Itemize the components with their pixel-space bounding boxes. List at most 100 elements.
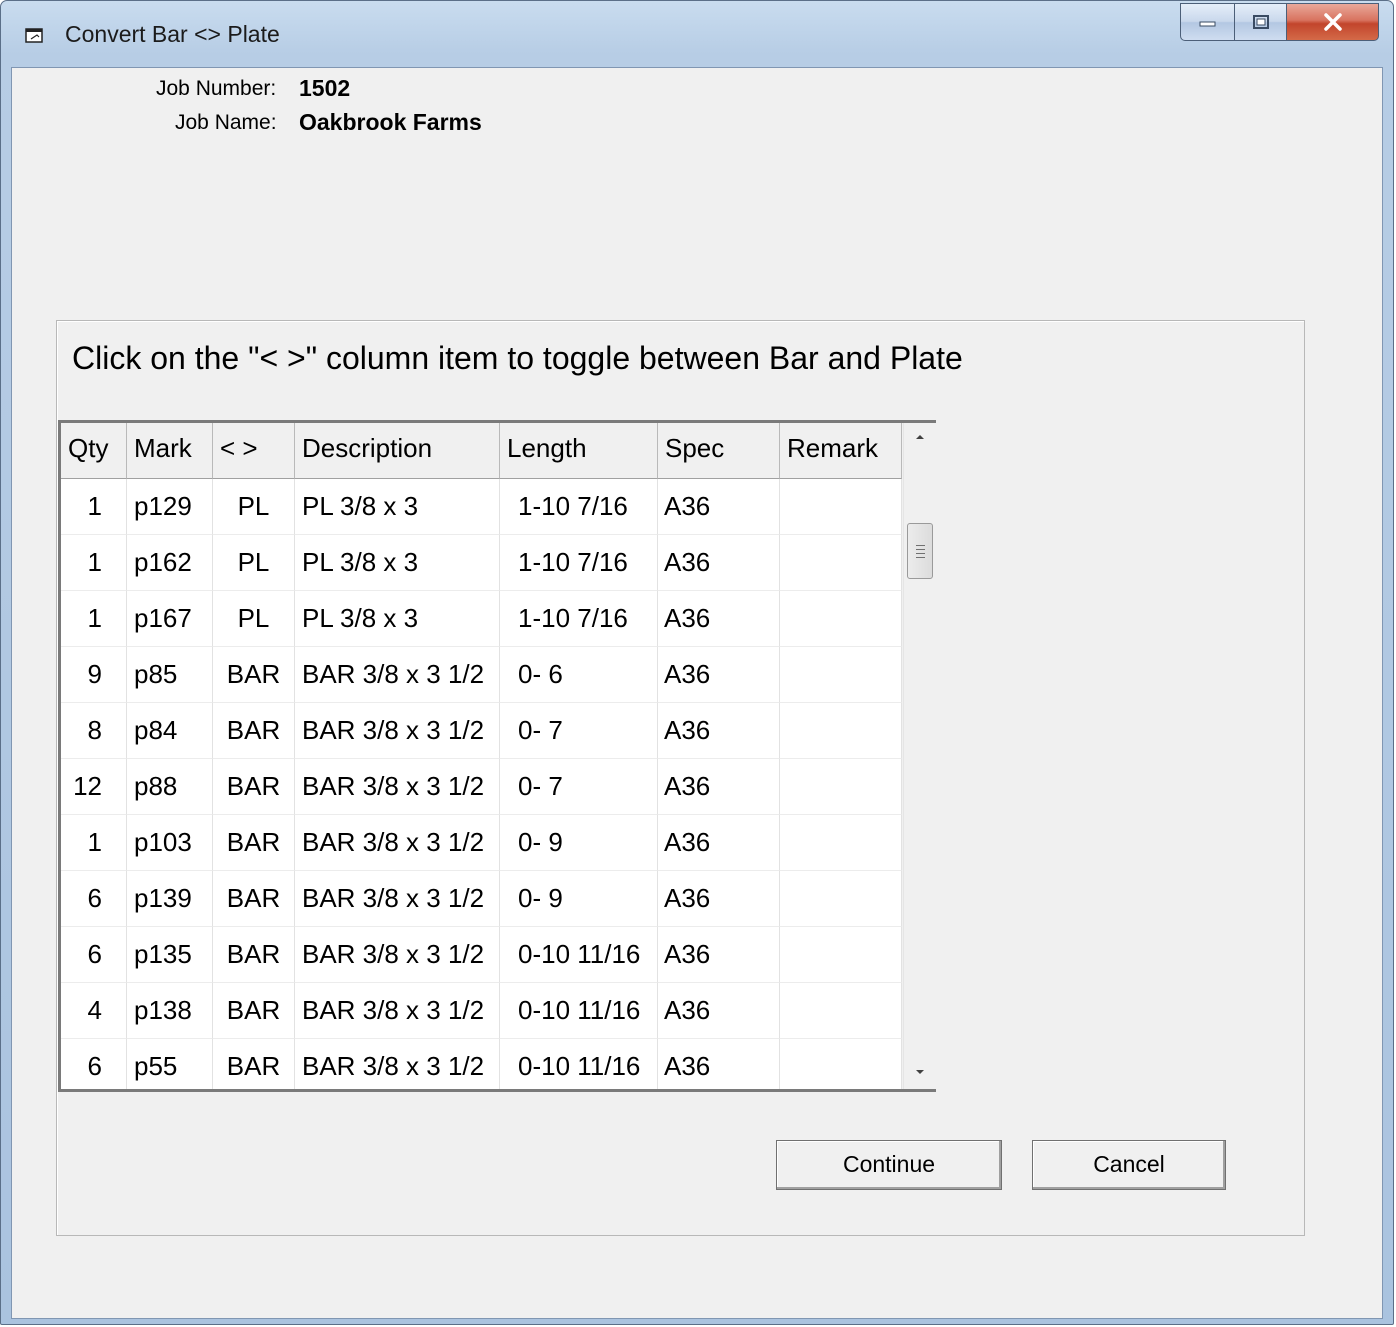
cell-description[interactable]: BAR 3/8 x 3 1/2 bbox=[295, 1039, 500, 1089]
cell-qty[interactable]: 12 bbox=[61, 759, 127, 815]
cell-qty[interactable]: 4 bbox=[61, 983, 127, 1039]
column-header-description[interactable]: Description bbox=[295, 423, 500, 479]
cell-toggle[interactable]: BAR bbox=[213, 1039, 295, 1089]
cell-remark[interactable] bbox=[780, 927, 902, 983]
cell-remark[interactable] bbox=[780, 647, 902, 703]
cell-toggle[interactable]: PL bbox=[213, 535, 295, 591]
cell-remark[interactable] bbox=[780, 759, 902, 815]
cell-remark[interactable] bbox=[780, 535, 902, 591]
table-row[interactable]: 12 p88 BAR BAR 3/8 x 3 1/2 0- 7 A36 bbox=[61, 759, 902, 815]
cell-length[interactable]: 0- 7 bbox=[500, 759, 658, 815]
cell-qty[interactable]: 8 bbox=[61, 703, 127, 759]
cell-description[interactable]: BAR 3/8 x 3 1/2 bbox=[295, 983, 500, 1039]
cell-mark[interactable]: p138 bbox=[127, 983, 213, 1039]
minimize-button[interactable] bbox=[1180, 3, 1235, 41]
cell-length[interactable]: 1-10 7/16 bbox=[500, 591, 658, 647]
cell-spec[interactable]: A36 bbox=[658, 927, 780, 983]
cell-qty[interactable]: 1 bbox=[61, 479, 127, 535]
cell-toggle[interactable]: PL bbox=[213, 479, 295, 535]
continue-button[interactable]: Continue bbox=[776, 1140, 1002, 1190]
cell-qty[interactable]: 9 bbox=[61, 647, 127, 703]
parts-grid[interactable]: Qty Mark < > Description Length Spec Rem… bbox=[58, 420, 936, 1092]
cell-mark[interactable]: p103 bbox=[127, 815, 213, 871]
cell-remark[interactable] bbox=[780, 479, 902, 535]
cell-mark[interactable]: p167 bbox=[127, 591, 213, 647]
cell-toggle[interactable]: BAR bbox=[213, 815, 295, 871]
cell-spec[interactable]: A36 bbox=[658, 871, 780, 927]
cell-toggle[interactable]: PL bbox=[213, 591, 295, 647]
maximize-button[interactable] bbox=[1235, 3, 1287, 41]
cell-toggle[interactable]: BAR bbox=[213, 983, 295, 1039]
cell-qty[interactable]: 6 bbox=[61, 927, 127, 983]
cell-remark[interactable] bbox=[780, 815, 902, 871]
cell-toggle[interactable]: BAR bbox=[213, 927, 295, 983]
cell-mark[interactable]: p55 bbox=[127, 1039, 213, 1089]
cell-remark[interactable] bbox=[780, 871, 902, 927]
cell-mark[interactable]: p162 bbox=[127, 535, 213, 591]
cell-remark[interactable] bbox=[780, 983, 902, 1039]
cell-description[interactable]: BAR 3/8 x 3 1/2 bbox=[295, 871, 500, 927]
cell-spec[interactable]: A36 bbox=[658, 815, 780, 871]
cell-toggle[interactable]: BAR bbox=[213, 703, 295, 759]
cell-spec[interactable]: A36 bbox=[658, 591, 780, 647]
cell-mark[interactable]: p139 bbox=[127, 871, 213, 927]
cell-qty[interactable]: 1 bbox=[61, 535, 127, 591]
cell-toggle[interactable]: BAR bbox=[213, 871, 295, 927]
cell-description[interactable]: BAR 3/8 x 3 1/2 bbox=[295, 815, 500, 871]
cell-spec[interactable]: A36 bbox=[658, 983, 780, 1039]
cell-description[interactable]: BAR 3/8 x 3 1/2 bbox=[295, 759, 500, 815]
cell-qty[interactable]: 1 bbox=[61, 815, 127, 871]
cell-spec[interactable]: A36 bbox=[658, 647, 780, 703]
cell-description[interactable]: BAR 3/8 x 3 1/2 bbox=[295, 703, 500, 759]
table-row[interactable]: 9 p85 BAR BAR 3/8 x 3 1/2 0- 6 A36 bbox=[61, 647, 902, 703]
cell-mark[interactable]: p135 bbox=[127, 927, 213, 983]
cell-spec[interactable]: A36 bbox=[658, 759, 780, 815]
table-row[interactable]: 6 p139 BAR BAR 3/8 x 3 1/2 0- 9 A36 bbox=[61, 871, 902, 927]
cell-mark[interactable]: p84 bbox=[127, 703, 213, 759]
cell-spec[interactable]: A36 bbox=[658, 535, 780, 591]
cell-qty[interactable]: 6 bbox=[61, 871, 127, 927]
cell-spec[interactable]: A36 bbox=[658, 703, 780, 759]
table-row[interactable]: 1 p103 BAR BAR 3/8 x 3 1/2 0- 9 A36 bbox=[61, 815, 902, 871]
cell-spec[interactable]: A36 bbox=[658, 1039, 780, 1089]
cell-length[interactable]: 0-10 11/16 bbox=[500, 983, 658, 1039]
cell-length[interactable]: 0-10 11/16 bbox=[500, 927, 658, 983]
cell-length[interactable]: 1-10 7/16 bbox=[500, 479, 658, 535]
title-bar[interactable]: Convert Bar <> Plate bbox=[1, 1, 1393, 67]
table-row[interactable]: 1 p167 PL PL 3/8 x 3 1-10 7/16 A36 bbox=[61, 591, 902, 647]
table-row[interactable]: 6 p55 BAR BAR 3/8 x 3 1/2 0-10 11/16 A36 bbox=[61, 1039, 902, 1089]
cell-remark[interactable] bbox=[780, 591, 902, 647]
scroll-up-icon[interactable] bbox=[914, 431, 926, 443]
table-row[interactable]: 1 p129 PL PL 3/8 x 3 1-10 7/16 A36 bbox=[61, 479, 902, 535]
table-row[interactable]: 6 p135 BAR BAR 3/8 x 3 1/2 0-10 11/16 A36 bbox=[61, 927, 902, 983]
cell-length[interactable]: 0-10 11/16 bbox=[500, 1039, 658, 1089]
close-button[interactable] bbox=[1287, 3, 1379, 41]
cell-length[interactable]: 0- 6 bbox=[500, 647, 658, 703]
cancel-button[interactable]: Cancel bbox=[1032, 1140, 1226, 1190]
column-header-mark[interactable]: Mark bbox=[127, 423, 213, 479]
column-header-length[interactable]: Length bbox=[500, 423, 658, 479]
cell-mark[interactable]: p129 bbox=[127, 479, 213, 535]
table-row[interactable]: 4 p138 BAR BAR 3/8 x 3 1/2 0-10 11/16 A36 bbox=[61, 983, 902, 1039]
cell-spec[interactable]: A36 bbox=[658, 479, 780, 535]
cell-remark[interactable] bbox=[780, 703, 902, 759]
cell-length[interactable]: 0- 9 bbox=[500, 815, 658, 871]
column-header-remark[interactable]: Remark bbox=[780, 423, 902, 479]
scroll-down-icon[interactable] bbox=[914, 1066, 926, 1078]
cell-toggle[interactable]: BAR bbox=[213, 647, 295, 703]
cell-qty[interactable]: 1 bbox=[61, 591, 127, 647]
table-row[interactable]: 8 p84 BAR BAR 3/8 x 3 1/2 0- 7 A36 bbox=[61, 703, 902, 759]
table-row[interactable]: 1 p162 PL PL 3/8 x 3 1-10 7/16 A36 bbox=[61, 535, 902, 591]
cell-description[interactable]: PL 3/8 x 3 bbox=[295, 591, 500, 647]
cell-length[interactable]: 0- 7 bbox=[500, 703, 658, 759]
cell-length[interactable]: 0- 9 bbox=[500, 871, 658, 927]
column-header-qty[interactable]: Qty bbox=[61, 423, 127, 479]
cell-description[interactable]: PL 3/8 x 3 bbox=[295, 479, 500, 535]
cell-qty[interactable]: 6 bbox=[61, 1039, 127, 1089]
cell-description[interactable]: BAR 3/8 x 3 1/2 bbox=[295, 927, 500, 983]
cell-toggle[interactable]: BAR bbox=[213, 759, 295, 815]
column-header-spec[interactable]: Spec bbox=[658, 423, 780, 479]
cell-description[interactable]: BAR 3/8 x 3 1/2 bbox=[295, 647, 500, 703]
scroll-thumb[interactable] bbox=[907, 523, 933, 579]
column-header-toggle[interactable]: < > bbox=[213, 423, 295, 479]
